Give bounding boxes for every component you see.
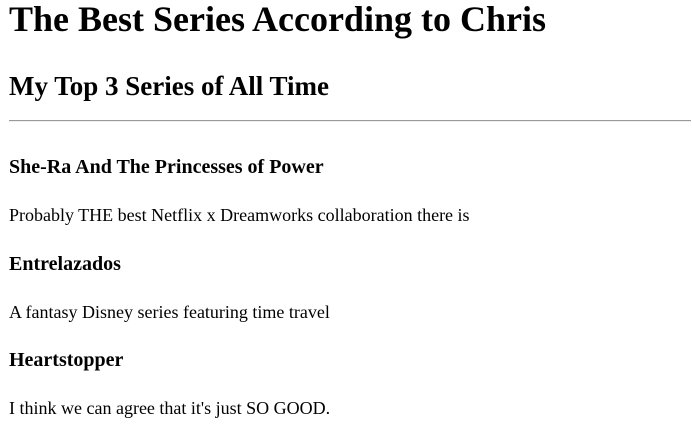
series-item: Entrelazados A fantasy Disney series fea… <box>9 252 691 322</box>
series-description: A fantasy Disney series featuring time t… <box>9 302 330 322</box>
page-subtitle: My Top 3 Series of All Time <box>9 71 330 101</box>
series-description: Probably THE best Netflix x Dreamworks c… <box>9 205 470 225</box>
divider <box>9 120 691 122</box>
series-title: She-Ra And The Princesses of Power <box>9 156 324 178</box>
series-item: Heartstopper I think we can agree that i… <box>9 348 691 418</box>
series-description: I think we can agree that it's just SO G… <box>9 398 331 418</box>
series-title: Heartstopper <box>9 349 124 371</box>
page-title: The Best Series According to Chris <box>9 0 546 39</box>
series-item: She-Ra And The Princesses of Power Proba… <box>9 155 691 225</box>
series-title: Entrelazados <box>9 253 121 275</box>
